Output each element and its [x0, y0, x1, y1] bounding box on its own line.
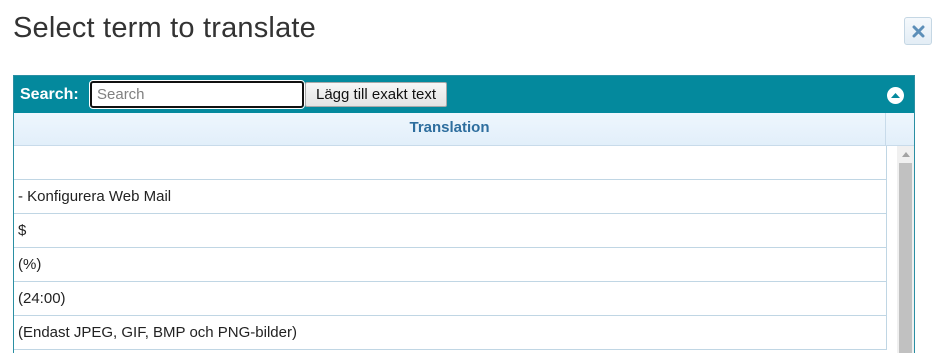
collapse-up-icon	[891, 93, 900, 98]
table-row[interactable]: (24:00)	[14, 282, 886, 316]
grid-body: - Konfigurera Web Mail $ (%) (24:00) (En…	[14, 146, 914, 353]
column-header-row: Translation	[14, 113, 914, 146]
collapse-button[interactable]	[887, 87, 904, 104]
close-button[interactable]	[904, 17, 932, 45]
search-input[interactable]	[89, 80, 305, 109]
close-x-icon	[912, 25, 925, 38]
rows-container: - Konfigurera Web Mail $ (%) (24:00) (En…	[14, 146, 887, 350]
search-label: Search:	[20, 86, 79, 103]
grid-toolbar: Search: Lägg till exakt text	[14, 76, 914, 113]
dialog-title: Select term to translate	[13, 12, 316, 44]
table-row[interactable]: $	[14, 214, 886, 248]
table-row[interactable]: (%)	[14, 248, 886, 282]
table-row[interactable]	[14, 146, 886, 180]
translate-dialog: Select term to translate Search: Lägg ti…	[0, 0, 938, 353]
table-row[interactable]: (Endast JPEG, GIF, BMP och PNG-bilder)	[14, 316, 886, 350]
scroll-up-arrow-icon[interactable]	[902, 152, 910, 157]
column-header-translation[interactable]: Translation	[14, 113, 886, 145]
terms-grid: Search: Lägg till exakt text Translation…	[13, 75, 915, 353]
add-exact-text-button[interactable]: Lägg till exakt text	[305, 82, 448, 107]
scroll-thumb[interactable]	[899, 163, 912, 353]
table-row[interactable]: - Konfigurera Web Mail	[14, 180, 886, 214]
vertical-scrollbar[interactable]	[897, 146, 914, 353]
